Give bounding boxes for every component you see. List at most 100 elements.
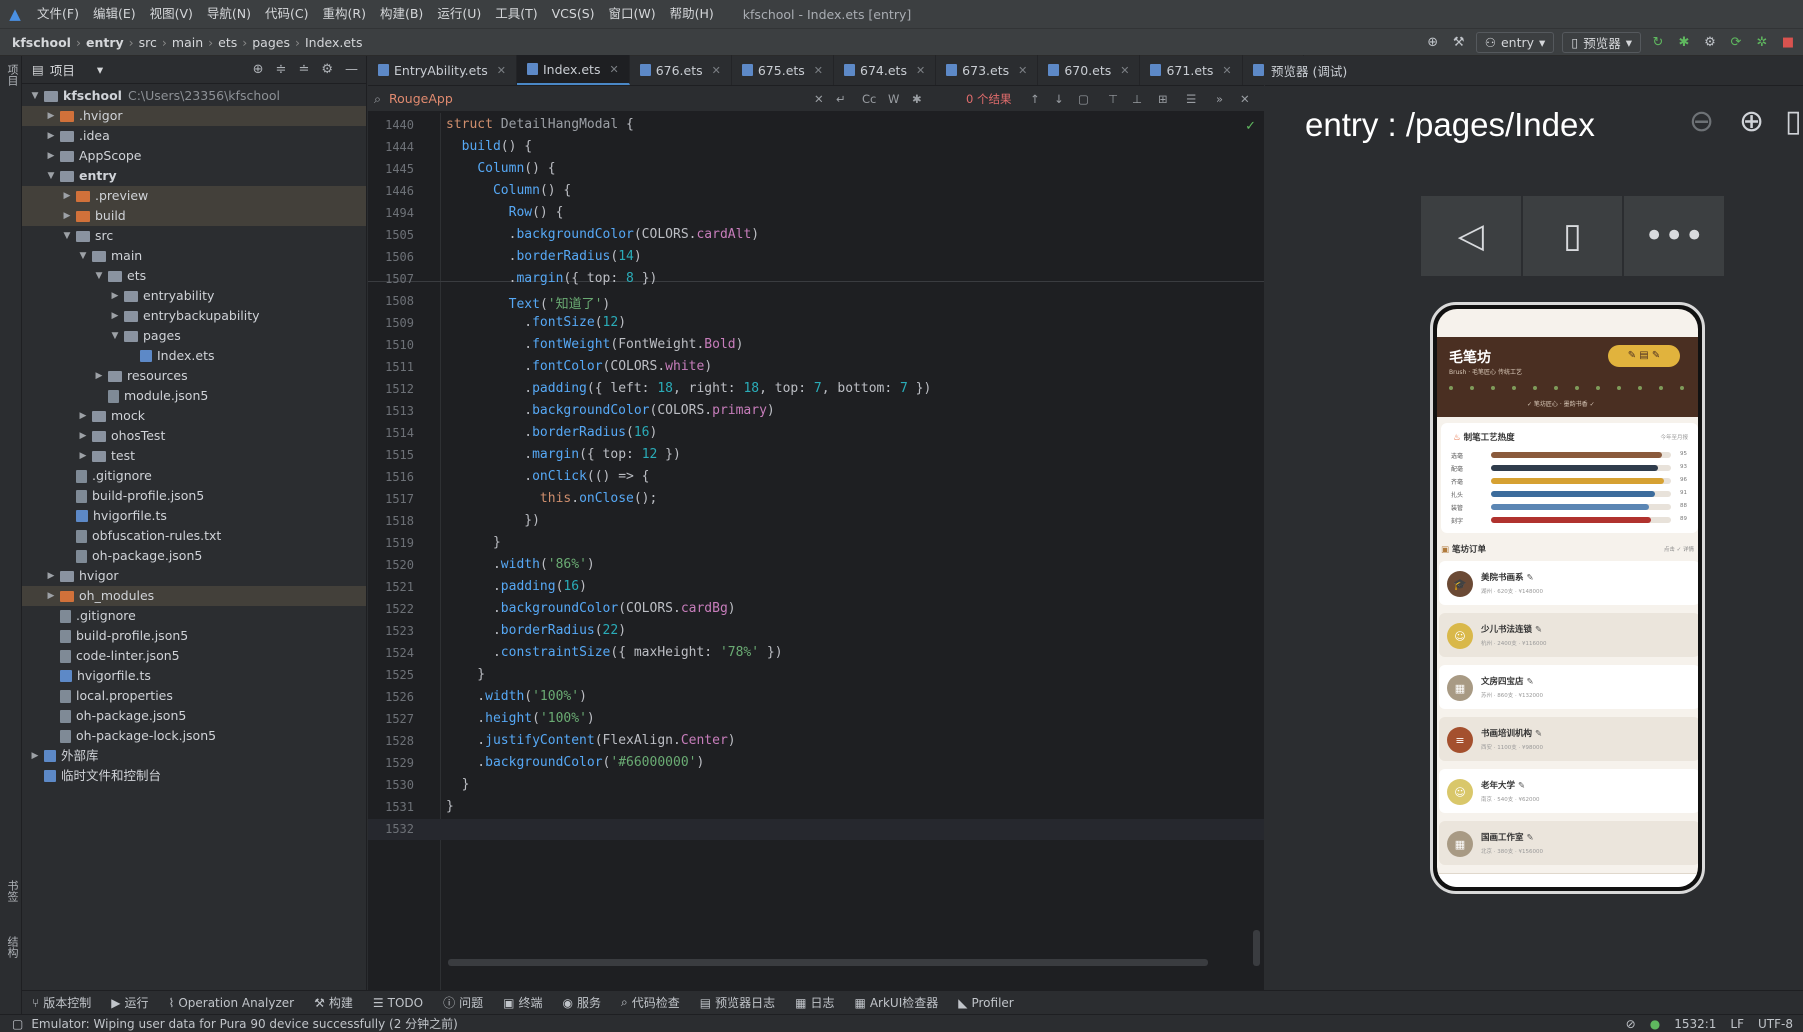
tree-item[interactable]: oh-package.json5 <box>22 546 366 566</box>
add-occurrence-icon[interactable]: ⊤ <box>1108 92 1118 106</box>
run-icon[interactable]: ↻ <box>1649 35 1667 50</box>
edit-icon[interactable]: ✎ <box>1524 833 1533 843</box>
minimize-icon[interactable]: — <box>345 62 358 77</box>
tool-window-button[interactable]: ⓘ 问题 <box>433 994 493 1011</box>
tool-window-button[interactable]: ▶ 运行 <box>101 994 158 1011</box>
rail-structure-tab[interactable]: 结构 <box>4 936 20 958</box>
remove-occurrence-icon[interactable]: ⊥ <box>1132 92 1142 106</box>
rail-project-tab[interactable]: 项目 <box>4 64 20 86</box>
chevron-right-icon[interactable]: ▶ <box>76 426 90 446</box>
close-icon[interactable]: ✕ <box>609 63 618 76</box>
match-case-toggle[interactable]: Cc <box>862 92 876 106</box>
menu-item[interactable]: 导航(N) <box>200 0 258 28</box>
tree-item[interactable]: ▶ .hvigor <box>22 106 366 126</box>
order-item[interactable]: ▦ 国画工作室 ✎ 北京 · 380支 · ¥156000 <box>1439 821 1698 865</box>
collapse-all-icon[interactable]: ≐ <box>298 62 309 77</box>
options-icon[interactable]: ☰ <box>1186 92 1196 106</box>
menu-item[interactable]: 帮助(H) <box>663 0 721 28</box>
code-line[interactable]: .onClick(() => { <box>446 469 649 484</box>
order-item[interactable]: 🎓 美院书画系 ✎ 湖州 · 620支 · ¥148000 <box>1439 561 1698 605</box>
editor-tab[interactable]: 670.ets ✕ <box>1038 55 1141 85</box>
menu-item[interactable]: 重构(R) <box>316 0 373 28</box>
close-find-icon[interactable]: ✕ <box>1240 92 1250 106</box>
fit-icon[interactable]: ▯ <box>1785 104 1802 139</box>
chevron-right-icon[interactable]: ▶ <box>108 286 122 306</box>
chevron-right-icon[interactable]: ▶ <box>44 586 58 606</box>
project-panel-title[interactable]: 项目 <box>50 60 75 79</box>
menu-item[interactable]: 编辑(E) <box>86 0 143 28</box>
close-icon[interactable]: ✕ <box>497 64 506 77</box>
code-line[interactable]: .margin({ top: 8 }) <box>446 271 658 286</box>
order-item[interactable]: ≡ 书画培训机构 ✎ 西安 · 1100支 · ¥98000 <box>1439 717 1698 761</box>
chevron-down-icon[interactable]: ▼ <box>60 226 74 246</box>
expand-all-icon[interactable]: ≑ <box>276 62 287 77</box>
tree-item[interactable]: 临时文件和控制台 <box>22 766 366 786</box>
orders-more[interactable]: 点击 ✓ 详情 <box>1664 545 1694 553</box>
header-action-pill[interactable]: ✎ ▤ ✎ <box>1608 345 1680 367</box>
close-icon[interactable]: ✕ <box>916 64 925 77</box>
close-icon[interactable]: ✕ <box>1120 64 1129 77</box>
tool-window-button[interactable]: ⌇ Operation Analyzer <box>158 996 304 1010</box>
tree-item[interactable]: .gitignore <box>22 466 366 486</box>
line-separator[interactable]: LF <box>1730 1017 1744 1031</box>
edit-icon[interactable]: ✎ <box>1524 677 1533 687</box>
editor-tab[interactable]: 674.ets ✕ <box>834 55 937 85</box>
run-config-dropdown[interactable]: ⚇ entry ▾ <box>1475 32 1555 53</box>
chevron-right-icon[interactable]: ▶ <box>60 206 74 226</box>
code-line[interactable]: .borderRadius(14) <box>446 249 642 264</box>
heat-right[interactable]: 今年至月报 <box>1660 433 1688 441</box>
menu-item[interactable]: 工具(T) <box>488 0 544 28</box>
tree-item[interactable]: ▶ .preview <box>22 186 366 206</box>
reload-icon[interactable]: ⟳ <box>1727 35 1745 50</box>
tool-window-button[interactable]: ▦ ArkUI检查器 <box>844 994 948 1011</box>
tool-window-button[interactable]: ⌕ 代码检查 <box>611 994 690 1011</box>
editor-tab[interactable]: 676.ets ✕ <box>630 55 732 85</box>
rotate-icon[interactable]: ▯ <box>1522 196 1623 276</box>
tree-item[interactable]: ▼ entry <box>22 166 366 186</box>
regex-icon[interactable]: ✱ <box>912 92 922 106</box>
chevron-right-icon[interactable]: ▶ <box>44 146 58 166</box>
zoom-in-icon[interactable]: ⊕ <box>1739 104 1764 139</box>
prev-match-icon[interactable]: ↑ <box>1030 92 1040 106</box>
chevron-right-icon[interactable]: ▶ <box>28 746 42 766</box>
tree-item[interactable]: ▶ build <box>22 206 366 226</box>
tree-item[interactable]: ▶ .idea <box>22 126 366 146</box>
editor-tab[interactable]: EntryAbility.ets ✕ <box>368 55 517 85</box>
notification-icon[interactable]: ⊘ <box>1626 1017 1636 1031</box>
app-tab-bar[interactable] <box>1437 873 1698 887</box>
zoom-out-icon[interactable]: ⊖ <box>1689 104 1714 139</box>
code-line[interactable]: } <box>446 535 501 550</box>
order-item[interactable]: ☺ 少儿书法连锁 ✎ 杭州 · 2400支 · ¥116000 <box>1439 613 1698 657</box>
edit-icon[interactable]: ✎ <box>1524 573 1533 583</box>
editor-tab[interactable]: 675.ets ✕ <box>732 55 835 85</box>
order-item[interactable]: ☺ 老年大学 ✎ 南京 · 540支 · ¥62000 <box>1439 769 1698 813</box>
menu-item[interactable]: 文件(F) <box>30 0 86 28</box>
code-line[interactable]: .margin({ top: 12 }) <box>446 447 681 462</box>
code-line[interactable]: } <box>446 777 470 792</box>
editor-tab[interactable]: 671.ets ✕ <box>1140 55 1243 85</box>
back-icon[interactable]: ◁ <box>1421 196 1521 276</box>
tree-item[interactable]: ▶ mock <box>22 406 366 426</box>
code-line[interactable]: .backgroundColor('#66000000') <box>446 755 704 770</box>
code-line[interactable]: .borderRadius(22) <box>446 623 626 638</box>
chevron-right-icon[interactable]: ▶ <box>92 366 106 386</box>
editor-tab[interactable]: Index.ets ✕ <box>516 55 630 85</box>
menu-item[interactable]: 窗口(W) <box>602 0 663 28</box>
tree-item[interactable]: ▼ main <box>22 246 366 266</box>
code-line[interactable]: .padding(16) <box>446 579 587 594</box>
phone-screen[interactable]: 毛笔坊 Brush · 毛笔匠心 传统工艺 ✎ ▤ ✎ ✓ 笔坊匠心 · 墨韵书… <box>1437 309 1698 887</box>
tree-item[interactable]: ▶ hvigor <box>22 566 366 586</box>
close-icon[interactable]: ✕ <box>814 64 823 77</box>
code-line[interactable]: .fontSize(12) <box>446 315 626 330</box>
code-line[interactable]: Text('知道了') <box>446 293 611 312</box>
tree-item[interactable]: ▶ 外部库 <box>22 746 366 766</box>
chevron-right-icon[interactable]: ▶ <box>76 446 90 466</box>
locate-icon[interactable]: ⊕ <box>253 62 264 77</box>
tool-window-button[interactable]: ⑂ 版本控制 <box>22 994 101 1011</box>
tree-item[interactable]: ▶ ohosTest <box>22 426 366 446</box>
next-match-icon[interactable]: ↓ <box>1054 92 1064 106</box>
code-line[interactable]: .constraintSize({ maxHeight: '78%' }) <box>446 645 783 660</box>
code-line[interactable]: }) <box>446 513 540 528</box>
debug-icon[interactable]: ✱ <box>1675 35 1693 50</box>
device-dropdown[interactable]: ▯ 预览器 ▾ <box>1562 32 1641 53</box>
